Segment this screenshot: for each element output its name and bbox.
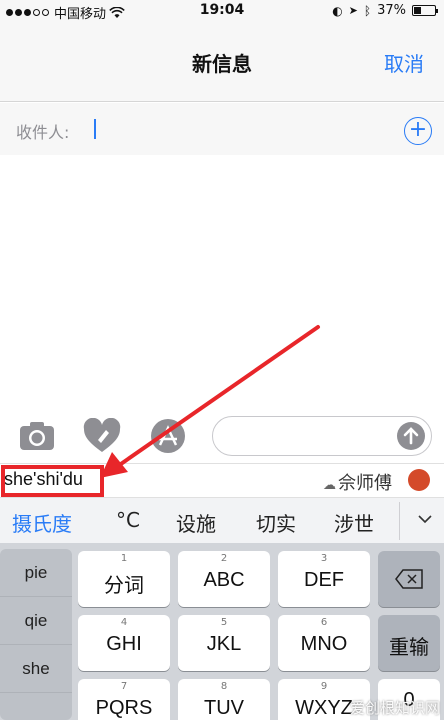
rotation-lock-icon: ◐	[332, 3, 343, 18]
chevron-down-icon[interactable]	[418, 512, 432, 526]
heart-touch-icon[interactable]	[82, 418, 122, 454]
keyboard: pie qie she 1 分词 2 ABC 3 DEF 4 GHI 5 JKL…	[0, 543, 444, 720]
key-2[interactable]: 2 ABC	[178, 551, 270, 607]
key-label: ABC	[203, 569, 245, 591]
camera-icon[interactable]	[18, 418, 58, 454]
side-list-item[interactable]: she	[0, 645, 72, 693]
app-store-icon[interactable]	[148, 418, 188, 454]
cancel-button[interactable]: 取消	[384, 48, 424, 77]
recipient-input[interactable]	[94, 119, 96, 139]
key-3[interactable]: 3 DEF	[278, 551, 370, 607]
key-number: 1	[120, 553, 128, 564]
status-right: ◐ ➤ ᛒ 37%	[332, 3, 438, 18]
key-number: 7	[120, 681, 128, 692]
cloud-suggestion-text: 佘师傅	[338, 473, 392, 494]
nav-bar: 新信息 取消	[0, 22, 444, 102]
compose-area	[0, 155, 444, 410]
send-arrow-icon	[403, 427, 419, 445]
key-number: 2	[220, 553, 228, 564]
key-number: 5	[220, 617, 228, 628]
key-1[interactable]: 1 分词	[78, 551, 170, 607]
key-8[interactable]: 8 TUV	[178, 679, 270, 720]
key-number: 4	[120, 617, 128, 628]
status-bar: 中国移动 19:04 ◐ ➤ ᛒ 37%	[0, 0, 444, 22]
key-label: DEF	[304, 569, 344, 591]
bluetooth-icon: ᛒ	[363, 3, 372, 18]
message-toolbar	[0, 410, 444, 462]
pinyin-side-list: pie qie she	[0, 549, 72, 720]
cloud-icon: ☁	[323, 478, 336, 493]
candidate-row: 摄氏度 °C 设施 切实 涉世	[0, 497, 444, 543]
key-label: JKL	[206, 633, 242, 655]
key-5[interactable]: 5 JKL	[178, 615, 270, 671]
candidate-2[interactable]: °C	[116, 508, 140, 532]
backspace-icon	[395, 569, 423, 589]
candidate-4[interactable]: 切实	[256, 508, 296, 537]
battery-percent: 37%	[377, 3, 406, 18]
side-list-item[interactable]: qie	[0, 597, 72, 645]
battery-icon	[412, 5, 438, 16]
key-label: PQRS	[95, 697, 153, 719]
candidate-1[interactable]: 摄氏度	[12, 508, 72, 537]
recipient-label: 收件人:	[16, 123, 70, 142]
reenter-key[interactable]: 重输	[378, 615, 440, 671]
sogou-fox-icon[interactable]	[408, 469, 430, 491]
plus-circle-icon: +	[408, 117, 428, 142]
watermark: 爱创根知识网	[349, 699, 440, 717]
location-icon: ➤	[348, 4, 358, 17]
key-7[interactable]: 7 PQRS	[78, 679, 170, 720]
key-4[interactable]: 4 GHI	[78, 615, 170, 671]
key-number: 9	[320, 681, 328, 692]
key-number: 8	[220, 681, 228, 692]
send-button[interactable]	[397, 422, 425, 450]
candidate-divider	[399, 502, 400, 540]
backspace-key[interactable]	[378, 551, 440, 607]
key-label: 分词	[104, 575, 144, 597]
annotation-box	[1, 465, 104, 497]
recipient-row: 收件人: +	[0, 103, 444, 155]
key-label: MNO	[300, 633, 348, 655]
candidate-3[interactable]: 设施	[176, 508, 216, 537]
key-label: 重输	[389, 637, 429, 659]
candidate-5[interactable]: 涉世	[334, 508, 374, 537]
add-recipient-button[interactable]: +	[404, 117, 432, 145]
key-label: GHI	[106, 633, 142, 655]
key-number: 3	[320, 553, 328, 564]
page-title: 新信息	[192, 52, 252, 76]
key-number: 6	[320, 617, 328, 628]
cloud-suggestion[interactable]: ☁ 佘师傅	[323, 469, 392, 495]
key-label: TUV	[204, 697, 244, 719]
key-6[interactable]: 6 MNO	[278, 615, 370, 671]
side-list-item[interactable]: pie	[0, 549, 72, 597]
message-input[interactable]	[212, 416, 432, 456]
